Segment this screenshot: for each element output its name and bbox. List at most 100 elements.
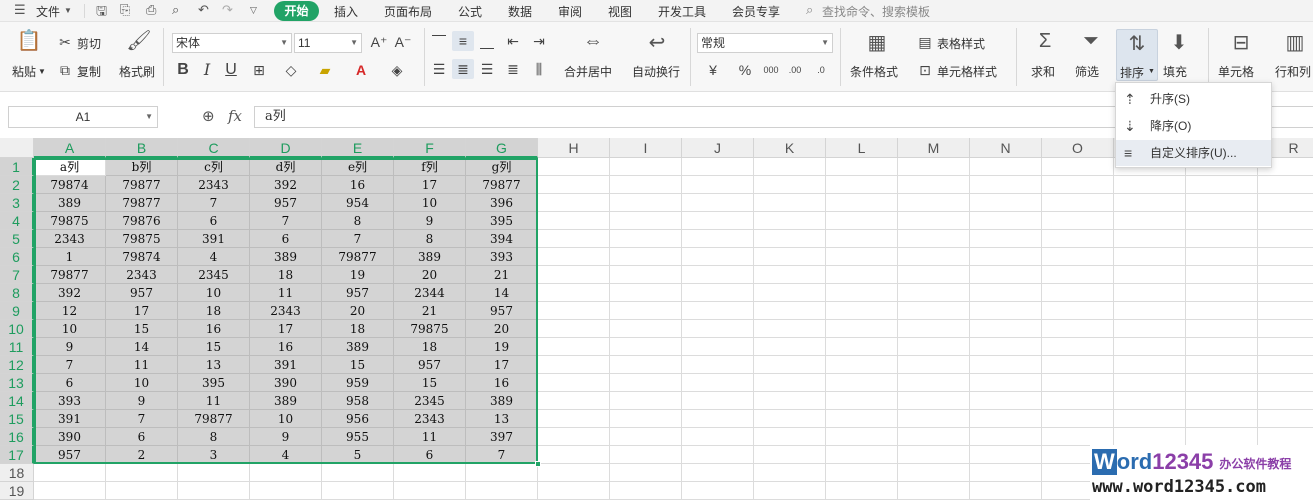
cell-m15[interactable]: [898, 410, 970, 428]
cell-d19[interactable]: [250, 482, 322, 500]
cell-c11[interactable]: 15: [178, 338, 250, 356]
row-header-17[interactable]: 17: [0, 446, 34, 464]
column-header-h[interactable]: H: [538, 138, 610, 158]
cell-n9[interactable]: [970, 302, 1042, 320]
format-painter-button[interactable]: 格式刷: [119, 63, 155, 80]
cell-l16[interactable]: [826, 428, 898, 446]
cell-d16[interactable]: 9: [250, 428, 322, 446]
cell-n8[interactable]: [970, 284, 1042, 302]
cell-i4[interactable]: [610, 212, 682, 230]
cell-l14[interactable]: [826, 392, 898, 410]
cell-d3[interactable]: 957: [250, 194, 322, 212]
cell-g4[interactable]: 395: [466, 212, 538, 230]
cell-i17[interactable]: [610, 446, 682, 464]
cell-b3[interactable]: 79877: [106, 194, 178, 212]
cell-m7[interactable]: [898, 266, 970, 284]
cell-c4[interactable]: 6: [178, 212, 250, 230]
cell-l5[interactable]: [826, 230, 898, 248]
cell-h7[interactable]: [538, 266, 610, 284]
column-header-f[interactable]: F: [394, 138, 466, 158]
cell-n10[interactable]: [970, 320, 1042, 338]
cell-n4[interactable]: [970, 212, 1042, 230]
cell-r11[interactable]: [1258, 338, 1313, 356]
row-header-16[interactable]: 16: [0, 428, 34, 446]
cell-p11[interactable]: [1114, 338, 1186, 356]
cell-f18[interactable]: [394, 464, 466, 482]
cell-n16[interactable]: [970, 428, 1042, 446]
cell-e15[interactable]: 956: [322, 410, 394, 428]
paste-icon[interactable]: 📋: [14, 28, 44, 53]
cell-o2[interactable]: [1042, 176, 1114, 194]
cell-j13[interactable]: [682, 374, 754, 392]
cell-q12[interactable]: [1186, 356, 1258, 374]
filter-icon[interactable]: ⏷: [1076, 30, 1106, 53]
cell-d2[interactable]: 392: [250, 176, 322, 194]
cell-p6[interactable]: [1114, 248, 1186, 266]
cell-n14[interactable]: [970, 392, 1042, 410]
cell-e2[interactable]: 16: [322, 176, 394, 194]
eraser-icon[interactable]: ◈: [386, 60, 408, 80]
cell-m14[interactable]: [898, 392, 970, 410]
cell-k19[interactable]: [754, 482, 826, 500]
cell-i9[interactable]: [610, 302, 682, 320]
cell-icon[interactable]: ⊟: [1226, 30, 1256, 55]
cell-k14[interactable]: [754, 392, 826, 410]
cell-r13[interactable]: [1258, 374, 1313, 392]
cell-l10[interactable]: [826, 320, 898, 338]
scissors-icon[interactable]: ✂: [54, 32, 76, 52]
undo-icon[interactable]: ↶: [198, 2, 209, 18]
cell-m18[interactable]: [898, 464, 970, 482]
cell-i14[interactable]: [610, 392, 682, 410]
cell-i13[interactable]: [610, 374, 682, 392]
cell-j3[interactable]: [682, 194, 754, 212]
cell-e11[interactable]: 389: [322, 338, 394, 356]
copy-icon[interactable]: ⧉: [54, 60, 76, 80]
cell-r12[interactable]: [1258, 356, 1313, 374]
select-all-corner[interactable]: [0, 138, 34, 158]
cell-j14[interactable]: [682, 392, 754, 410]
cell-c3[interactable]: 7: [178, 194, 250, 212]
cell-h15[interactable]: [538, 410, 610, 428]
cell-j11[interactable]: [682, 338, 754, 356]
cell-e6[interactable]: 79877: [322, 248, 394, 266]
cell-f15[interactable]: 2343: [394, 410, 466, 428]
thousands-separator-icon[interactable]: 000: [760, 60, 782, 80]
font-name-select[interactable]: 宋体 ▼: [172, 33, 292, 53]
copy-button[interactable]: 复制: [77, 63, 101, 80]
wrap-text-icon[interactable]: ↩: [642, 30, 672, 55]
table-style-button[interactable]: 表格样式: [937, 35, 985, 52]
cell-h11[interactable]: [538, 338, 610, 356]
cell-h16[interactable]: [538, 428, 610, 446]
cell-f7[interactable]: 20: [394, 266, 466, 284]
cell-j7[interactable]: [682, 266, 754, 284]
cell-j17[interactable]: [682, 446, 754, 464]
conditional-format-icon[interactable]: ▦: [862, 30, 892, 55]
cell-k9[interactable]: [754, 302, 826, 320]
fill-handle[interactable]: [535, 461, 541, 467]
cell-c8[interactable]: 10: [178, 284, 250, 302]
cell-g17[interactable]: 7: [466, 446, 538, 464]
cell-i8[interactable]: [610, 284, 682, 302]
sort-button[interactable]: ⇅ 排序 ▼: [1116, 29, 1158, 81]
cell-k6[interactable]: [754, 248, 826, 266]
cell-a9[interactable]: 12: [34, 302, 106, 320]
fill-icon[interactable]: ⬇: [1164, 30, 1194, 55]
cell-i6[interactable]: [610, 248, 682, 266]
cell-b19[interactable]: [106, 482, 178, 500]
function-button[interactable]: fx: [228, 107, 242, 125]
cell-j4[interactable]: [682, 212, 754, 230]
tab-formulas[interactable]: 公式: [458, 3, 482, 20]
cell-a8[interactable]: 392: [34, 284, 106, 302]
file-menu[interactable]: 文件: [36, 3, 60, 20]
cell-r14[interactable]: [1258, 392, 1313, 410]
row-header-18[interactable]: 18: [0, 464, 34, 482]
cell-a12[interactable]: 7: [34, 356, 106, 374]
cell-b10[interactable]: 15: [106, 320, 178, 338]
cell-j12[interactable]: [682, 356, 754, 374]
sum-button[interactable]: 求和: [1031, 63, 1055, 80]
row-header-13[interactable]: 13: [0, 374, 34, 392]
align-middle-icon[interactable]: ≡: [452, 31, 474, 51]
cell-l8[interactable]: [826, 284, 898, 302]
cell-l13[interactable]: [826, 374, 898, 392]
cell-g13[interactable]: 16: [466, 374, 538, 392]
